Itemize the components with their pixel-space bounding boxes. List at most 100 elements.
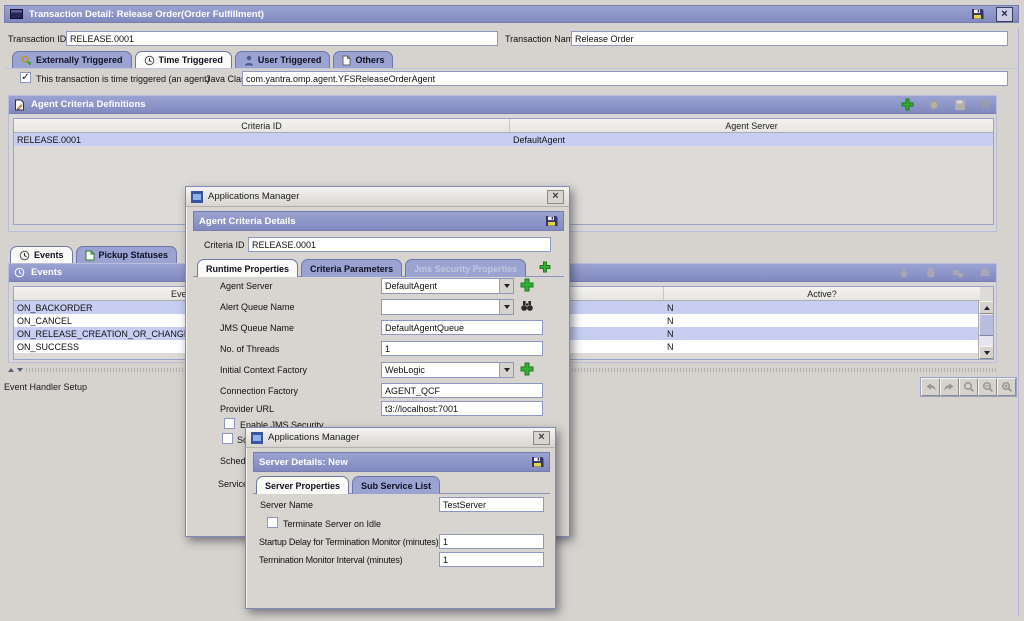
save-icon[interactable] [545, 215, 558, 227]
transaction-detail-titlebar[interactable]: Transaction Detail: Release Order(Order … [4, 5, 1019, 23]
add-icon[interactable] [539, 261, 551, 273]
combo-value: WebLogic [385, 365, 425, 375]
key-icon [21, 55, 32, 66]
clock-icon [19, 250, 30, 261]
enable-jms-security-checkbox[interactable] [224, 418, 235, 429]
tab-time-triggered[interactable]: Time Triggered [134, 51, 232, 68]
criteria-id-label: Criteria ID [204, 240, 245, 250]
chevron-down-icon[interactable] [499, 363, 513, 377]
schedule-checkbox[interactable] [222, 433, 233, 444]
termination-interval-field[interactable] [439, 552, 544, 567]
zoom-out-icon[interactable] [978, 378, 997, 396]
events-table-scrollbar[interactable] [978, 301, 993, 359]
disabled-action-icon-3 [952, 268, 964, 278]
tab-sub-service-list[interactable]: Sub Service List [352, 476, 441, 494]
search-icon[interactable] [520, 300, 534, 312]
agent-server-combo[interactable]: DefaultAgent [381, 278, 514, 294]
chevron-down-icon[interactable] [499, 300, 513, 314]
disabled-action-icon-1 [898, 267, 910, 279]
connection-factory-field[interactable] [381, 383, 543, 398]
tab-label: Others [355, 55, 385, 65]
save-icon[interactable] [531, 456, 544, 468]
cell-active: N [667, 302, 674, 313]
column-header-active[interactable]: Active? [664, 287, 980, 301]
tab-label: Runtime Properties [206, 263, 290, 274]
splitter-collapse-up-icon[interactable] [8, 368, 14, 372]
trigger-tabs-underline [4, 68, 1019, 69]
scroll-up-icon[interactable] [979, 301, 993, 314]
tab-others[interactable]: Others [333, 51, 394, 68]
tab-label: Server Properties [265, 480, 341, 491]
java-class-field[interactable] [242, 71, 1008, 86]
tab-externally-triggered[interactable]: Externally Triggered [12, 51, 132, 68]
startup-delay-field[interactable] [439, 534, 544, 549]
table-row[interactable]: RELEASE.0001 DefaultAgent [14, 133, 993, 146]
server-name-field[interactable] [439, 497, 544, 512]
dialog-panel-title: Server Details: New [259, 456, 348, 468]
server-name-label: Server Name [260, 500, 314, 510]
add-icon[interactable] [520, 278, 534, 292]
user-icon [244, 55, 254, 66]
close-icon[interactable]: × [547, 189, 564, 204]
cell-active: N [667, 328, 674, 339]
save-icon-disabled [954, 99, 966, 110]
dialog-titlebar[interactable]: Applications Manager × [186, 187, 569, 207]
transaction-id-field[interactable] [66, 31, 498, 46]
scroll-down-icon[interactable] [979, 346, 993, 359]
zoom-toolbar [920, 377, 1017, 397]
cell-active: N [667, 341, 674, 352]
agent-server-label: Agent Server [220, 281, 273, 291]
transaction-name-field[interactable] [571, 31, 1008, 46]
disabled-action-icon-2 [925, 267, 937, 279]
time-triggered-checkbox[interactable] [20, 72, 31, 83]
alert-queue-name-combo[interactable] [381, 299, 514, 315]
tab-label: Events [34, 250, 64, 260]
window-title: Transaction Detail: Release Order(Order … [29, 8, 264, 20]
undo-icon[interactable] [921, 378, 940, 396]
startup-delay-label: Startup Delay for Termination Monitor (m… [259, 537, 439, 547]
no-of-threads-field[interactable] [381, 341, 543, 356]
view-details-icon [928, 99, 940, 111]
tab-user-triggered[interactable]: User Triggered [234, 51, 331, 68]
splitter-collapse-down-icon[interactable] [17, 368, 23, 372]
clock-icon [14, 267, 25, 278]
zoom-in-icon[interactable] [997, 378, 1016, 396]
save-icon[interactable] [971, 8, 984, 20]
dialog-panel-title: Agent Criteria Details [199, 215, 296, 227]
tab-server-properties[interactable]: Server Properties [256, 476, 350, 494]
zoom-icon[interactable] [959, 378, 978, 396]
combo-value: DefaultAgent [385, 281, 438, 291]
close-icon[interactable]: × [996, 6, 1013, 22]
termination-interval-label: Termination Monitor Interval (minutes) [259, 555, 403, 565]
time-triggered-checkbox-label: This transaction is time triggered (an a… [36, 74, 210, 84]
close-icon[interactable]: × [533, 430, 550, 445]
document-icon [85, 250, 95, 261]
dialog-titlebar[interactable]: Applications Manager × [246, 428, 555, 448]
scrollbar-thumb[interactable] [979, 314, 993, 336]
redo-icon[interactable] [940, 378, 959, 396]
app-icon [251, 431, 263, 444]
initial-context-factory-label: Initial Context Factory [220, 365, 308, 375]
column-header-agent-server[interactable]: Agent Server [510, 119, 993, 133]
jms-queue-name-field[interactable] [381, 320, 543, 335]
delete-icon [980, 99, 991, 110]
add-icon[interactable] [901, 98, 914, 111]
chevron-down-icon[interactable] [499, 279, 513, 293]
terminate-server-on-idle-checkbox[interactable] [267, 517, 278, 528]
cell-active: N [667, 315, 674, 326]
window-icon [10, 9, 23, 19]
column-header-criteria-id[interactable]: Criteria ID [14, 119, 510, 133]
tab-events[interactable]: Events [10, 246, 73, 263]
tab-pickup-statuses[interactable]: Pickup Statuses [75, 246, 178, 263]
app-icon [191, 190, 203, 203]
initial-context-factory-combo[interactable]: WebLogic [381, 362, 514, 378]
criteria-id-field[interactable] [248, 237, 551, 252]
tab-criteria-parameters[interactable]: Criteria Parameters [301, 259, 403, 277]
tab-runtime-properties[interactable]: Runtime Properties [197, 259, 299, 277]
tab-jms-security-properties: Jms Security Properties [405, 259, 527, 277]
provider-url-field[interactable] [381, 401, 543, 416]
add-icon[interactable] [520, 362, 534, 376]
jms-queue-name-label: JMS Queue Name [220, 323, 295, 333]
document-icon [342, 55, 351, 66]
cell-agent-server: DefaultAgent [513, 134, 566, 145]
